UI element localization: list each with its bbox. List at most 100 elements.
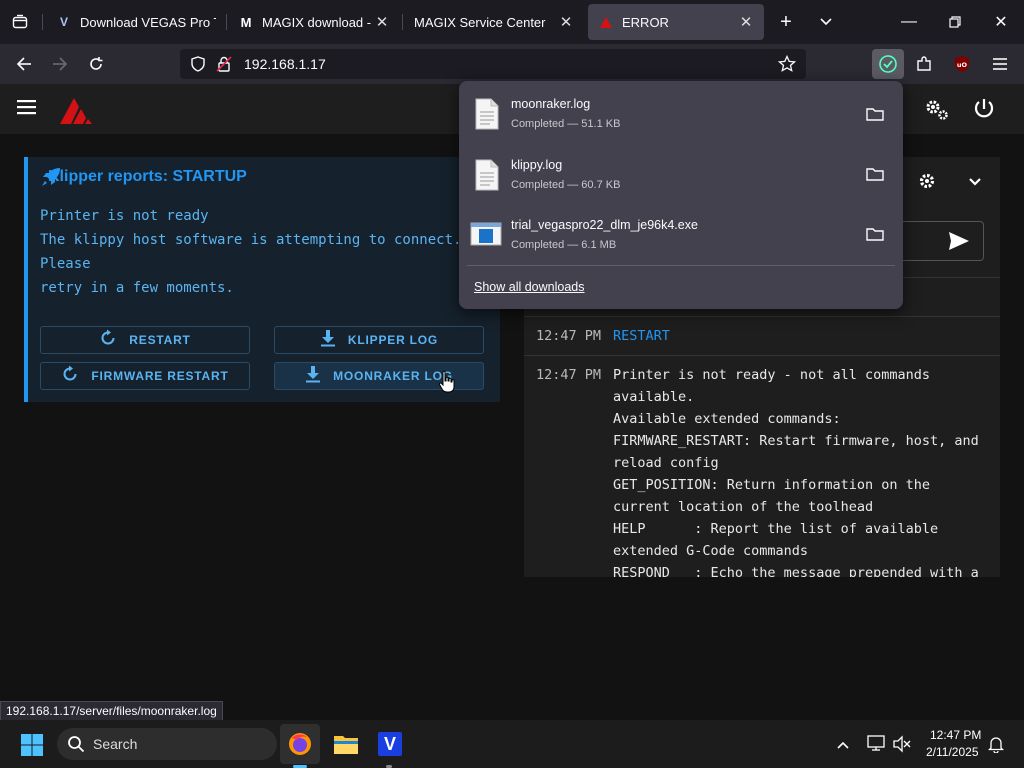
console-line: reload config [613, 455, 719, 471]
browser-tab-strip: V Download VEGAS Pro T M MAGIX download … [0, 0, 1024, 44]
close-tab-icon[interactable]: ✕ [374, 13, 390, 31]
startup-message-line: Please [40, 256, 91, 272]
document-icon [475, 98, 499, 135]
settings-gear-icon[interactable] [918, 172, 936, 195]
download-item[interactable] [463, 85, 899, 143]
search-icon [67, 735, 85, 758]
insecure-lock-icon[interactable] [216, 56, 232, 77]
taskbar-app-file-explorer[interactable] [326, 724, 366, 764]
reload-button[interactable] [82, 50, 110, 78]
console-line: extended G-Code commands [613, 543, 809, 559]
bookmark-star-icon[interactable] [777, 54, 797, 78]
download-item[interactable] [463, 205, 899, 263]
magix-favicon-icon: M [240, 14, 252, 30]
download-icon [320, 329, 336, 352]
tab-list-icon[interactable] [8, 10, 32, 34]
taskbar-search-box[interactable]: Search [57, 728, 277, 760]
startup-message-line: retry in a few moments. [40, 280, 234, 296]
close-window-button[interactable]: ✕ [978, 0, 1024, 44]
svg-text:uO: uO [957, 61, 968, 69]
startup-message: Printer is not ready The klippy host sof… [40, 208, 496, 298]
download-status: Completed — 60.7 KB [511, 179, 621, 191]
network-icon[interactable] [866, 735, 886, 758]
restart-button[interactable]: RESTART [40, 326, 250, 354]
close-tab-icon[interactable]: ✕ [738, 13, 754, 31]
volume-muted-icon[interactable] [892, 735, 912, 758]
open-folder-icon[interactable] [866, 227, 886, 243]
minimize-button[interactable]: — [886, 0, 932, 44]
windows-start-icon[interactable] [20, 733, 44, 762]
console-line: GET_POSITION: Return information on the [613, 477, 930, 493]
browser-nav-bar: 192.168.1.17 uO [0, 44, 1024, 84]
console-timestamp: 12:47 PM [536, 367, 602, 383]
download-filename: klippy.log [511, 158, 563, 172]
restart-icon [99, 329, 117, 352]
url-text: 192.168.1.17 [244, 56, 326, 72]
download-icon [305, 365, 321, 388]
download-item[interactable] [463, 145, 899, 203]
hand-pointer-cursor-icon [438, 370, 456, 399]
settings-cogs-icon[interactable] [924, 97, 950, 126]
tab-overflow-chevron-icon[interactable] [812, 10, 840, 34]
vegas-app-icon: V [378, 732, 402, 756]
url-bar[interactable]: 192.168.1.17 [180, 49, 806, 79]
firmware-restart-button[interactable]: FIRMWARE RESTART [40, 362, 250, 390]
clock-time[interactable]: 12:47 PM [930, 728, 981, 742]
download-filename: trial_vegaspro22_dlm_je96k4.exe [511, 218, 698, 232]
startup-message-line: The klippy host software is attempting t… [40, 232, 462, 248]
tab-magix-download[interactable]: M MAGIX download - tha ✕ [228, 4, 400, 40]
console-line: available. [613, 389, 695, 405]
windows-taskbar: Search V 12:47 PM 2/11/2025 [0, 720, 1024, 768]
console-line: FIRMWARE_RESTART: Restart firmware, host… [613, 433, 979, 449]
folder-icon [334, 736, 358, 754]
download-status: Completed — 51.1 KB [511, 118, 621, 130]
close-tab-icon[interactable]: ✕ [558, 13, 574, 31]
tab-error[interactable]: ERROR ✕ [588, 4, 764, 40]
tracking-shield-icon[interactable] [190, 56, 206, 77]
console-line: Available extended commands: [613, 411, 841, 427]
console-line: HELP : Report the list of available [613, 521, 939, 537]
firefox-icon [289, 733, 311, 755]
clock-date[interactable]: 2/11/2025 [926, 745, 979, 759]
forward-button[interactable] [46, 50, 74, 78]
download-filename: moonraker.log [511, 97, 591, 111]
console-line: RESPOND : Echo the message prepended wit… [613, 565, 979, 577]
startup-message-line: Printer is not ready [40, 208, 209, 224]
downloads-button[interactable] [872, 49, 904, 79]
tab-vegas-download[interactable]: V Download VEGAS Pro T [46, 4, 226, 40]
power-icon[interactable] [972, 97, 996, 126]
console-response: Printer is not ready - not all commands … [613, 364, 993, 577]
console-command-restart[interactable]: RESTART [613, 325, 670, 347]
search-placeholder: Search [93, 736, 138, 752]
back-button[interactable] [10, 50, 38, 78]
klipper-log-button[interactable]: KLIPPER LOG [274, 326, 484, 354]
download-status: Completed — 6.1 MB [511, 239, 617, 251]
restart-icon [61, 365, 79, 388]
app-menu-hamburger-icon[interactable] [986, 50, 1014, 78]
send-icon[interactable] [948, 231, 970, 256]
open-folder-icon[interactable] [866, 167, 886, 183]
notification-bell-icon[interactable] [987, 735, 1005, 758]
mainsail-favicon-icon [598, 14, 614, 30]
tab-magix-service-center[interactable]: MAGIX Service Center ✕ [404, 4, 584, 40]
link-status-tooltip: 192.168.1.17/server/files/moonraker.log [0, 701, 223, 721]
ublock-origin-icon[interactable]: uO [948, 50, 976, 78]
console-timestamp: 12:47 PM [536, 328, 602, 344]
download-complete-icon [879, 55, 897, 73]
show-all-downloads-link[interactable]: Show all downloads [474, 280, 585, 294]
vegas-favicon-icon: V [59, 15, 68, 29]
system-tray-chevron-icon[interactable] [836, 737, 850, 755]
extensions-puzzle-icon[interactable] [910, 50, 938, 78]
exe-icon [470, 222, 502, 251]
collapse-chevron-icon[interactable] [968, 174, 982, 192]
console-line: current location of the toolhead [613, 499, 874, 515]
mainsail-logo-icon[interactable] [58, 92, 98, 131]
console-line: Printer is not ready - not all commands [613, 367, 930, 383]
taskbar-app-firefox[interactable] [280, 724, 320, 764]
maximize-button[interactable] [932, 0, 978, 44]
document-icon [475, 159, 499, 196]
nav-drawer-menu-icon[interactable] [16, 98, 40, 120]
new-tab-button[interactable]: + [772, 10, 800, 34]
open-folder-icon[interactable] [866, 107, 886, 123]
taskbar-app-vegas[interactable]: V [370, 724, 410, 764]
